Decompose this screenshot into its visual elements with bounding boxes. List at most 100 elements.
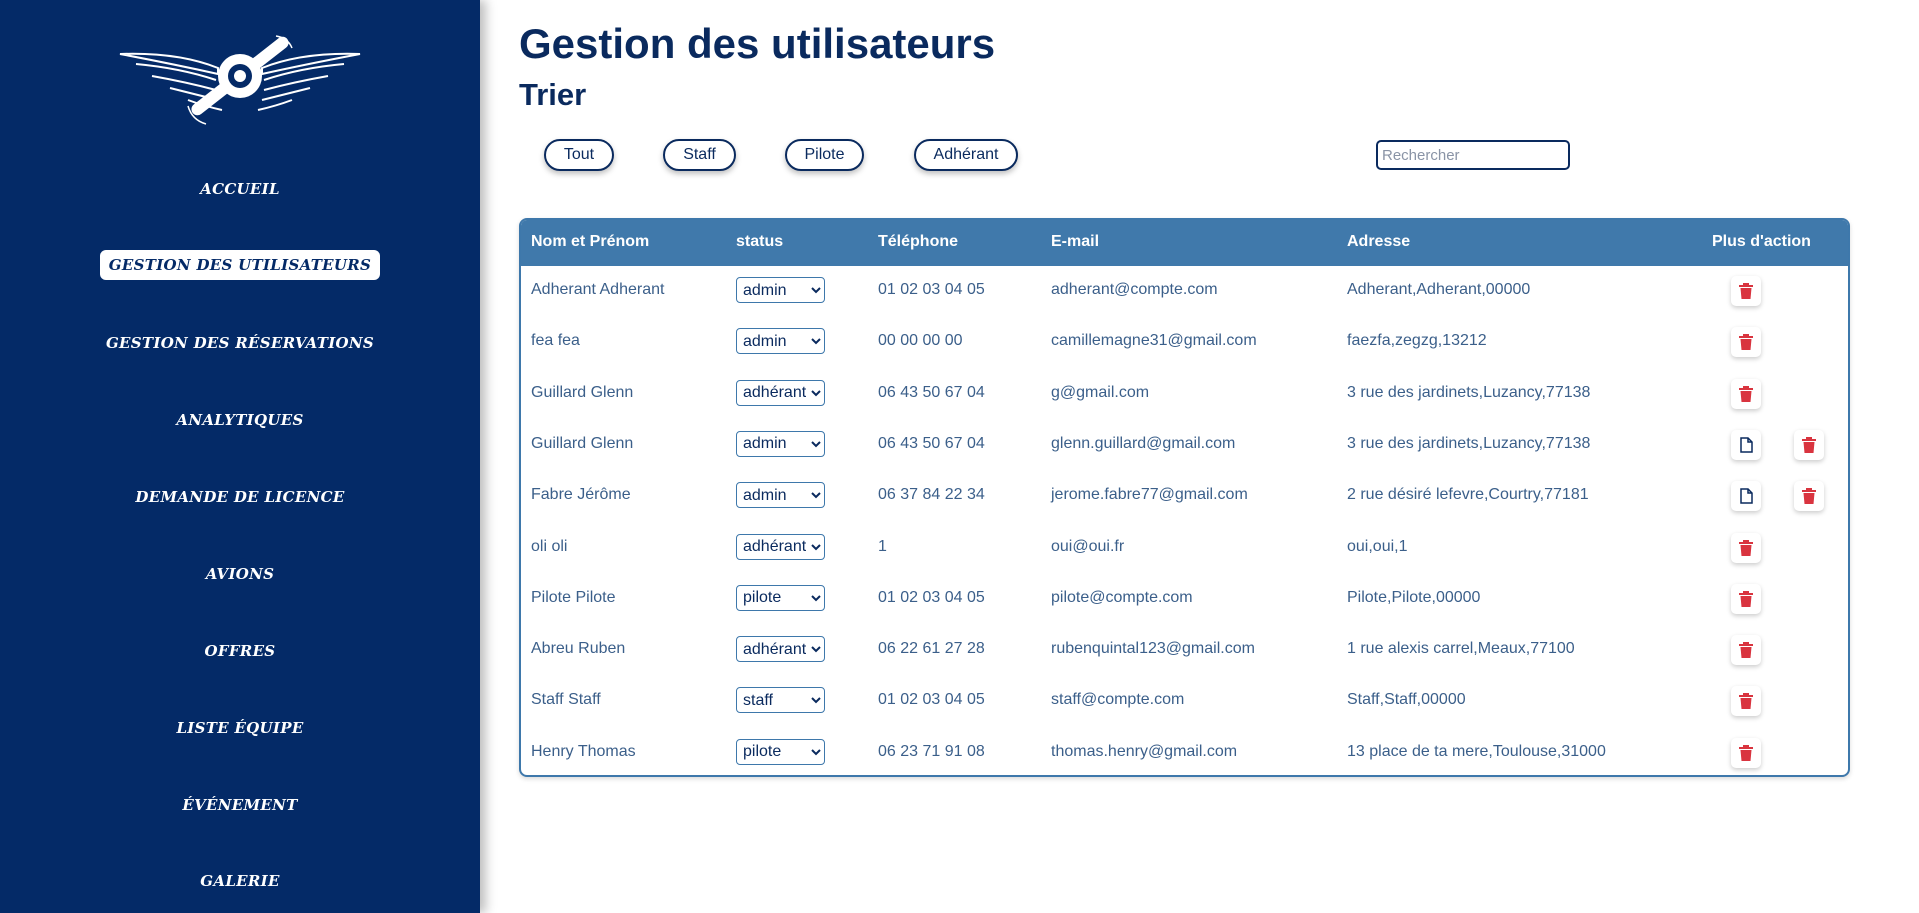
status-select[interactable]: adminadhérantpilotestaff [736, 584, 825, 611]
trash-icon[interactable] [1794, 429, 1824, 460]
sidebar-item-liste-equipe[interactable]: Liste équipe [0, 713, 480, 743]
table-header: Nom et Prénom status Téléphone E-mail Ad… [521, 220, 1848, 266]
cell-name: Guillard Glenn [531, 383, 634, 401]
filter-adherant-button[interactable]: Adhérant [914, 139, 1018, 171]
page-title: Gestion des utilisateurs [519, 20, 996, 67]
winged-propeller-logo[interactable] [118, 34, 362, 130]
sidebar-item-label: Gestion des réservations [105, 334, 375, 352]
cell-address: 2 rue désiré lefevre,Courtry,77181 [1347, 486, 1589, 504]
cell-address: faezfa,zegzg,13212 [1347, 332, 1487, 350]
cell-email: jerome.fabre77@gmail.com [1051, 486, 1248, 504]
sidebar-item-gestion-reservations[interactable]: Gestion des réservations [0, 328, 480, 358]
document-icon[interactable] [1731, 429, 1761, 460]
cell-phone: 1 [878, 537, 887, 555]
cell-email: g@gmail.com [1051, 383, 1150, 401]
cell-email: staff@compte.com [1051, 691, 1185, 709]
cell-name: Pilote Pilote [531, 588, 616, 606]
cell-phone: 01 02 03 04 05 [878, 691, 985, 709]
sidebar-item-accueil[interactable]: Accueil [0, 174, 480, 204]
cell-address: 13 place de ta mere,Toulouse,31000 [1347, 742, 1606, 760]
users-table: Nom et Prénom status Téléphone E-mail Ad… [519, 218, 1850, 777]
sidebar-item-label: Gestion des utilisateurs [99, 250, 381, 280]
cell-name: Guillard Glenn [531, 434, 634, 452]
cell-name: Fabre Jérôme [531, 486, 631, 504]
trash-icon[interactable] [1731, 378, 1761, 409]
status-select[interactable]: adminadhérantpilotestaff [736, 328, 825, 355]
column-header-name: Nom et Prénom [531, 233, 650, 250]
table-row: Guillard Glenn adminadhérantpilotestaff 06… [521, 369, 1848, 420]
cell-address: Pilote,Pilote,00000 [1347, 588, 1481, 606]
table-row: oli oli adminadhérantpilotestaff 1 oui@oui.… [521, 523, 1848, 574]
table-row: Staff Staff adminadhérantpilotestaff 01 02… [521, 676, 1848, 727]
status-select[interactable]: adminadhérantpilotestaff [736, 738, 825, 765]
sidebar-item-galerie[interactable]: Galerie [0, 866, 480, 896]
column-header-actions: Plus d'action [1712, 233, 1811, 250]
sort-title: Trier [519, 77, 587, 112]
table-row: Pilote Pilote adminadhérantpilotestaff 01 … [521, 574, 1848, 625]
cell-address: 3 rue des jardinets,Luzancy,77138 [1347, 383, 1591, 401]
cell-name: Adherant Adherant [531, 281, 665, 298]
table-row: Adherant Adherant adminadhérantpilotestaf… [521, 266, 1848, 317]
cell-address: 1 rue alexis carrel,Meaux,77100 [1347, 640, 1575, 658]
table-row: Fabre Jérôme adminadhérantpilotestaff 06 3… [521, 471, 1848, 522]
cell-name: fea fea [531, 332, 580, 350]
trash-icon[interactable] [1731, 276, 1761, 306]
sidebar-item-gestion-utilisateurs[interactable]: Gestion des utilisateurs [0, 250, 480, 280]
sidebar-item-analytiques[interactable]: Analytiques [0, 405, 480, 435]
document-icon[interactable] [1731, 481, 1761, 512]
cell-address: Adherant,Adherant,00000 [1347, 281, 1531, 298]
filter-staff-button[interactable]: Staff [663, 139, 736, 171]
search-input[interactable] [1376, 140, 1570, 170]
sidebar-item-label: Analytiques [176, 411, 304, 429]
trash-icon[interactable] [1731, 635, 1761, 666]
cell-phone: 06 22 61 27 28 [878, 640, 985, 658]
sidebar: Accueil Gestion des utilisateurs Gestion… [0, 0, 480, 913]
sidebar-item-label: Galerie [200, 872, 280, 890]
trash-icon[interactable] [1731, 737, 1761, 768]
filter-pilote-button[interactable]: Pilote [785, 139, 864, 171]
sidebar-item-offres[interactable]: Offres [0, 636, 480, 666]
status-select[interactable]: adminadhérantpilotestaff [736, 277, 825, 303]
filter-tout-button[interactable]: Tout [544, 139, 614, 171]
cell-email: adherant@compte.com [1051, 281, 1218, 298]
cell-email: rubenquintal123@gmail.com [1051, 640, 1255, 658]
cell-address: 3 rue des jardinets,Luzancy,77138 [1347, 434, 1591, 452]
sidebar-item-evenement[interactable]: Événement [0, 790, 480, 820]
cell-name: Henry Thomas [531, 742, 636, 760]
status-select[interactable]: adminadhérantpilotestaff [736, 482, 825, 509]
column-header-status: status [736, 233, 784, 250]
cell-phone: 00 00 00 00 [878, 332, 963, 350]
status-select[interactable]: adminadhérantpilotestaff [736, 687, 825, 714]
cell-email: oui@oui.fr [1051, 537, 1125, 555]
trash-icon[interactable] [1731, 583, 1761, 614]
sidebar-item-label: Liste équipe [176, 719, 304, 737]
table-row: Guillard Glenn adminadhérantpilotestaff 06… [521, 420, 1848, 471]
sidebar-item-avions[interactable]: Avions [0, 559, 480, 589]
trash-icon[interactable] [1794, 481, 1824, 512]
status-select[interactable]: adminadhérantpilotestaff [736, 533, 825, 560]
trash-icon[interactable] [1731, 327, 1761, 358]
table-row: Abreu Ruben adminadhérantpilotestaff 06 22… [521, 625, 1848, 676]
trash-icon[interactable] [1731, 532, 1761, 563]
cell-phone: 01 02 03 04 05 [878, 281, 985, 298]
sidebar-item-label: Avions [205, 565, 275, 583]
sidebar-item-demande-licence[interactable]: Demande de licence [0, 482, 480, 512]
column-header-phone: Téléphone [878, 233, 959, 250]
table-row: Henry Thomas adminadhérantpilotestaff 06 2… [521, 728, 1848, 775]
cell-email: thomas.henry@gmail.com [1051, 742, 1238, 760]
cell-name: oli oli [531, 537, 568, 555]
cell-name: Staff Staff [531, 691, 601, 709]
cell-phone: 01 02 03 04 05 [878, 588, 985, 606]
trash-icon[interactable] [1731, 686, 1761, 717]
status-select[interactable]: adminadhérantpilotestaff [736, 379, 825, 406]
status-select[interactable]: adminadhérantpilotestaff [736, 430, 825, 457]
status-select[interactable]: adminadhérantpilotestaff [736, 636, 825, 663]
cell-phone: 06 23 71 91 08 [878, 742, 985, 760]
cell-email: pilote@compte.com [1051, 588, 1193, 606]
table-row: fea fea adminadhérantpilotestaff 00 00 00 … [521, 317, 1848, 368]
sidebar-item-label: Demande de licence [135, 488, 345, 506]
cell-email: camillemagne31@gmail.com [1051, 332, 1257, 350]
column-header-email: E-mail [1051, 233, 1100, 250]
sidebar-item-label: Offres [204, 642, 276, 660]
sidebar-item-label: Accueil [200, 180, 280, 198]
